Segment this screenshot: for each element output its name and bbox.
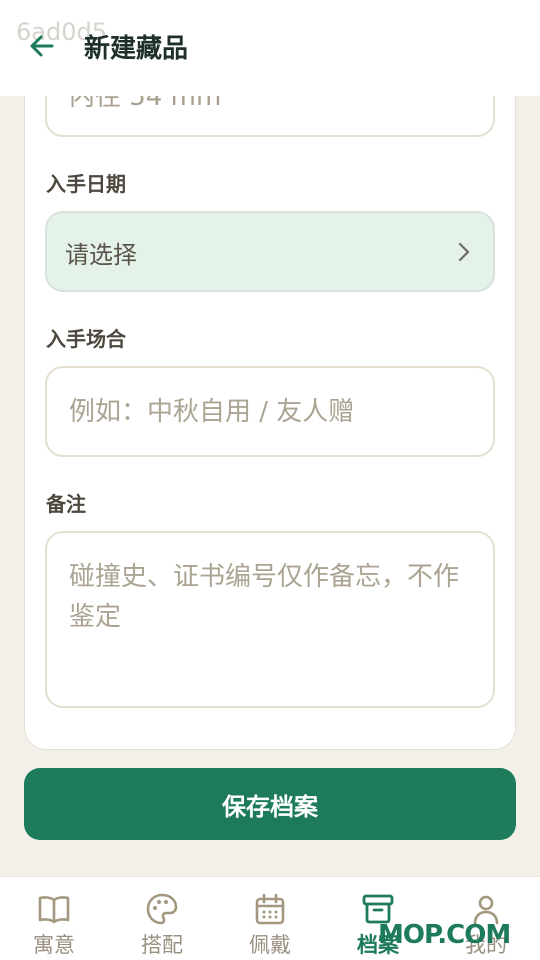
page-title: 新建藏品 xyxy=(84,34,189,64)
nav-label: 寓意 xyxy=(33,933,75,957)
nav-label: 搭配 xyxy=(141,933,183,957)
back-arrow-icon[interactable] xyxy=(26,30,58,62)
nav-item-wear[interactable]: 佩戴 xyxy=(216,877,324,960)
top-app-bar: 6ad0d5 新建藏品 xyxy=(0,0,540,96)
chevron-right-icon xyxy=(458,242,470,262)
acquire-occasion-field xyxy=(45,366,495,457)
acquire-date-value: 请选择 xyxy=(65,241,137,269)
nav-item-meaning[interactable]: 寓意 xyxy=(0,877,108,960)
calendar-icon xyxy=(255,893,285,925)
acquire-occasion-input[interactable] xyxy=(69,392,469,432)
nav-item-match[interactable]: 搭配 xyxy=(108,877,216,960)
brand-watermark: MOP.COM xyxy=(378,920,511,950)
save-archive-button[interactable]: 保存档案 xyxy=(24,768,516,840)
acquire-date-select[interactable]: 请选择 xyxy=(45,211,495,292)
acquire-date-label: 入手日期 xyxy=(46,172,126,196)
book-icon xyxy=(38,896,70,924)
palette-icon xyxy=(146,893,178,925)
notes-field xyxy=(45,531,495,708)
notes-label: 备注 xyxy=(46,492,86,516)
notes-textarea[interactable] xyxy=(69,557,474,687)
nav-label: 佩戴 xyxy=(249,933,291,957)
acquire-occasion-label: 入手场合 xyxy=(46,327,126,351)
